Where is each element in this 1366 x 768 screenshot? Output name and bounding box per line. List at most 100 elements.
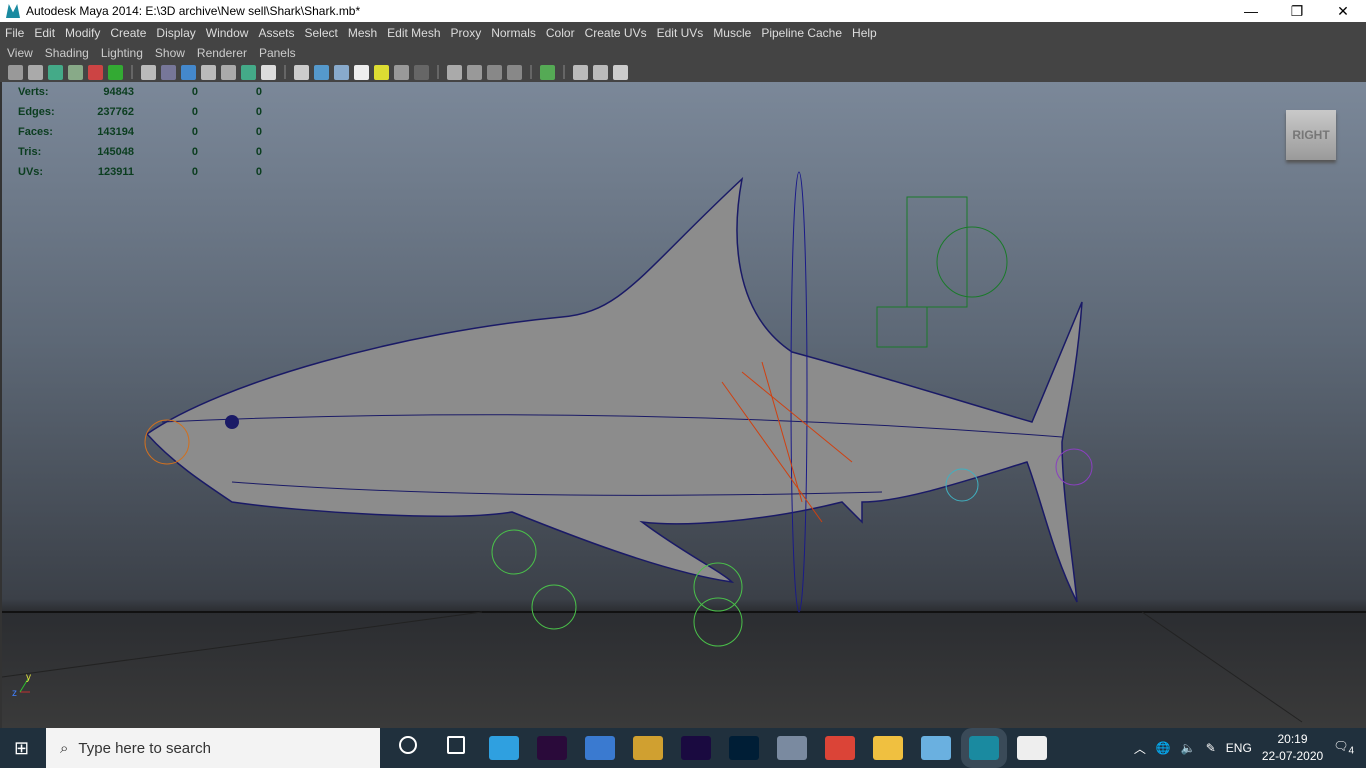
menu-window[interactable]: Window <box>201 26 254 40</box>
menu-file[interactable]: File <box>0 26 29 40</box>
title-bar: Autodesk Maya 2014: E:\3D archive\New se… <box>0 0 1366 22</box>
toolbar-button-icon[interactable] <box>294 64 309 80</box>
toolbar-button-icon[interactable] <box>161 64 176 80</box>
grid-line <box>2 611 483 678</box>
system-tray: ︿ 🌐 🔈 ✎ ENG 20:19 22-07-2020 🗨4 <box>1134 731 1366 765</box>
maximize-button[interactable]: ❐ <box>1274 3 1320 20</box>
panel-menu-bar: View Shading Lighting Show Renderer Panels <box>0 43 1366 62</box>
menu-display[interactable]: Display <box>151 26 200 40</box>
menu-create-uvs[interactable]: Create UVs <box>580 26 652 40</box>
window-title: Autodesk Maya 2014: E:\3D archive\New se… <box>26 4 361 18</box>
app-blue-icon[interactable] <box>921 736 951 760</box>
toolbar-button-icon[interactable] <box>487 64 502 80</box>
menu-help[interactable]: Help <box>847 26 882 40</box>
panel-toolbar <box>0 62 1366 82</box>
toolbar-separator <box>131 65 133 79</box>
toolbar-button-icon[interactable] <box>354 64 369 80</box>
toolbar-button-icon[interactable] <box>241 64 256 80</box>
notifications-button[interactable]: 🗨4 <box>1333 739 1354 756</box>
toolbar-button-icon[interactable] <box>374 64 389 80</box>
green-control-rig[interactable] <box>876 196 1008 348</box>
edge-icon[interactable] <box>489 736 519 760</box>
toolbar-button-icon[interactable] <box>314 64 329 80</box>
task-view-icon[interactable] <box>447 736 465 754</box>
toolbar-button-icon[interactable] <box>28 64 43 80</box>
file-explorer-icon[interactable] <box>873 736 903 760</box>
toolbar-separator <box>563 65 565 79</box>
toolbar-button-icon[interactable] <box>613 64 628 80</box>
menu-modify[interactable]: Modify <box>60 26 105 40</box>
taskbar: ⊞ ⌕ Type here to search ︿ 🌐 🔈 ✎ ENG 20:1… <box>0 728 1366 768</box>
chrome-icon[interactable] <box>825 736 855 760</box>
grid-line <box>1141 611 1303 723</box>
main-menu-bar: File Edit Modify Create Display Window Assets S… <box>0 22 1366 43</box>
toolbar-button-icon[interactable] <box>334 64 349 80</box>
volume-icon[interactable]: 🔈 <box>1181 741 1196 755</box>
taskbar-search[interactable]: ⌕ Type here to search <box>46 728 380 768</box>
after-effects-icon[interactable] <box>681 736 711 760</box>
toolbar-button-icon[interactable] <box>467 64 482 80</box>
menu-pipeline-cache[interactable]: Pipeline Cache <box>756 26 847 40</box>
toolbar-button-icon[interactable] <box>394 64 409 80</box>
toolbar-button-icon[interactable] <box>447 64 462 80</box>
toolbar-button-icon[interactable] <box>181 64 196 80</box>
toolbar-button-icon[interactable] <box>573 64 588 80</box>
3d-viewport[interactable]: Verts: 94843 0 0 Edges: 237762 0 0 Faces: 143194 0… <box>0 82 1366 728</box>
toolbar-button-icon[interactable] <box>507 64 522 80</box>
toolbar-button-icon[interactable] <box>48 64 63 80</box>
toolbar-button-icon[interactable] <box>68 64 83 80</box>
close-button[interactable]: ✕ <box>1320 3 1366 20</box>
date: 22-07-2020 <box>1261 749 1324 763</box>
chevron-up-icon[interactable]: ︿ <box>1134 740 1146 757</box>
network-icon[interactable]: 🌐 <box>1156 741 1171 755</box>
search-placeholder: Type here to search <box>78 739 211 757</box>
language-indicator[interactable]: ENG <box>1226 741 1252 755</box>
axis-y-label: y <box>26 672 31 683</box>
panel-menu-view[interactable]: View <box>0 46 38 60</box>
axis-z-label: z <box>12 688 17 699</box>
panel-menu-renderer[interactable]: Renderer <box>190 46 252 60</box>
toolbar-button-icon[interactable] <box>141 64 156 80</box>
taskbar-apps <box>384 728 1056 768</box>
toolbar-button-icon[interactable] <box>593 64 608 80</box>
start-button[interactable]: ⊞ <box>14 738 38 759</box>
menu-select[interactable]: Select <box>299 26 342 40</box>
clock[interactable]: 20:19 22-07-2020 <box>1262 731 1323 765</box>
menu-color[interactable]: Color <box>541 26 580 40</box>
photos-icon[interactable] <box>1017 736 1047 760</box>
shark-eye <box>225 415 239 429</box>
menu-edit-uvs[interactable]: Edit UVs <box>652 26 709 40</box>
panel-menu-shading[interactable]: Shading <box>38 46 94 60</box>
toolbar-button-icon[interactable] <box>201 64 216 80</box>
cortana-icon[interactable] <box>399 736 417 754</box>
app-3d-icon[interactable] <box>777 736 807 760</box>
menu-muscle[interactable]: Muscle <box>708 26 756 40</box>
menu-edit-mesh[interactable]: Edit Mesh <box>382 26 445 40</box>
scene: y z <box>2 171 1366 723</box>
photoshop-icon[interactable] <box>729 736 759 760</box>
toolbar-button-icon[interactable] <box>221 64 236 80</box>
menu-mesh[interactable]: Mesh <box>343 26 382 40</box>
panel-menu-lighting[interactable]: Lighting <box>94 46 148 60</box>
menu-normals[interactable]: Normals <box>486 26 541 40</box>
menu-edit[interactable]: Edit <box>29 26 60 40</box>
panel-menu-show[interactable]: Show <box>148 46 190 60</box>
panel-menu-panels[interactable]: Panels <box>252 46 301 60</box>
toolbar-button-icon[interactable] <box>540 64 555 80</box>
menu-assets[interactable]: Assets <box>253 26 299 40</box>
shark-mesh[interactable] <box>145 176 1083 603</box>
media-app-icon[interactable] <box>633 736 663 760</box>
toolbar-button-icon[interactable] <box>88 64 103 80</box>
toolbar-button-icon[interactable] <box>8 64 23 80</box>
minimize-button[interactable]: — <box>1228 3 1274 20</box>
maya-icon[interactable] <box>961 728 1007 768</box>
menu-proxy[interactable]: Proxy <box>446 26 487 40</box>
menu-create[interactable]: Create <box>105 26 151 40</box>
toolbar-separator <box>437 65 439 79</box>
pen-icon[interactable]: ✎ <box>1206 741 1216 755</box>
toolbar-button-icon[interactable] <box>108 64 123 80</box>
ie-browser-icon[interactable] <box>585 736 615 760</box>
toolbar-button-icon[interactable] <box>261 64 276 80</box>
premiere-icon[interactable] <box>537 736 567 760</box>
toolbar-button-icon[interactable] <box>414 64 429 80</box>
